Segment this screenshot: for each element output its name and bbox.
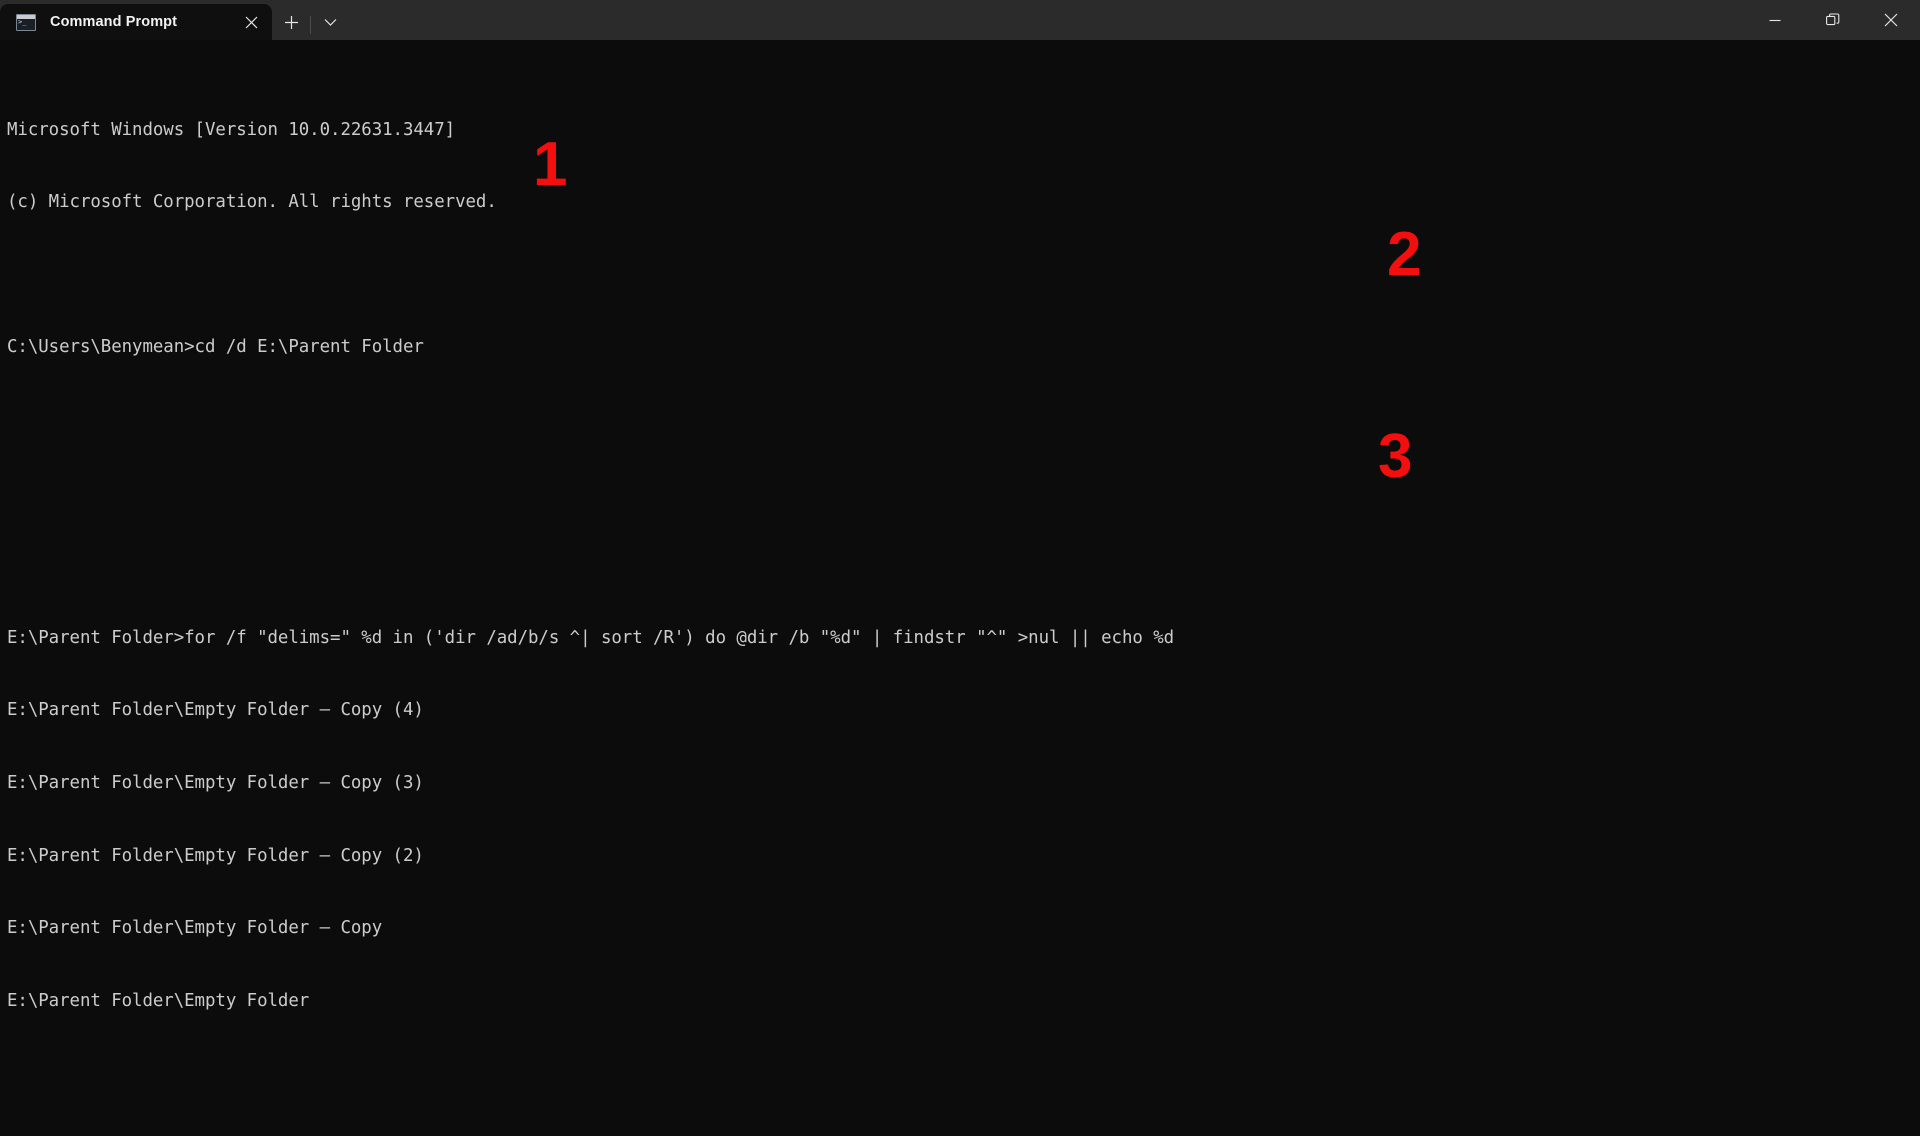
minimize-button[interactable]: [1746, 0, 1804, 40]
annotation-step-3: 3: [1378, 422, 1413, 491]
chevron-down-icon[interactable]: [311, 4, 349, 40]
title-bar[interactable]: Command Prompt: [0, 0, 1920, 40]
restore-button[interactable]: [1804, 0, 1862, 40]
terminal-line: E:\Parent Folder>for /f "delims=" %d in …: [7, 627, 1175, 648]
terminal-line: (c) Microsoft Corporation. All rights re…: [7, 192, 497, 213]
annotation-step-1: 1: [533, 130, 568, 199]
titlebar-drag-region[interactable]: [349, 0, 1746, 40]
terminal-line: C:\Users\Benymean>cd /d E:\Parent Folder: [7, 337, 424, 358]
terminal-line: E:\Parent Folder\Empty Folder: [7, 990, 310, 1011]
new-tab-button[interactable]: [272, 4, 310, 40]
terminal-line: E:\Parent Folder\Empty Folder – Copy (4): [7, 700, 424, 721]
close-tab-icon[interactable]: [236, 8, 266, 36]
window-controls: [1746, 0, 1920, 40]
annotation-step-2: 2: [1387, 220, 1422, 289]
tab-command-prompt[interactable]: Command Prompt: [0, 4, 272, 40]
command-prompt-window: Command Prompt: [0, 0, 1920, 1136]
tab-title: Command Prompt: [50, 14, 178, 30]
terminal-line: E:\Parent Folder\Empty Folder – Copy (2): [7, 845, 424, 866]
close-window-button[interactable]: [1862, 0, 1920, 40]
terminal-output-area[interactable]: Microsoft Windows [Version 10.0.22631.34…: [0, 40, 1920, 1136]
terminal-line: Microsoft Windows [Version 10.0.22631.34…: [7, 119, 456, 140]
terminal-line: E:\Parent Folder\Empty Folder – Copy: [7, 918, 383, 939]
terminal-line: E:\Parent Folder\Empty Folder – Copy (3): [7, 773, 424, 794]
tab-strip: Command Prompt: [0, 0, 349, 40]
terminal-icon: [16, 13, 36, 31]
